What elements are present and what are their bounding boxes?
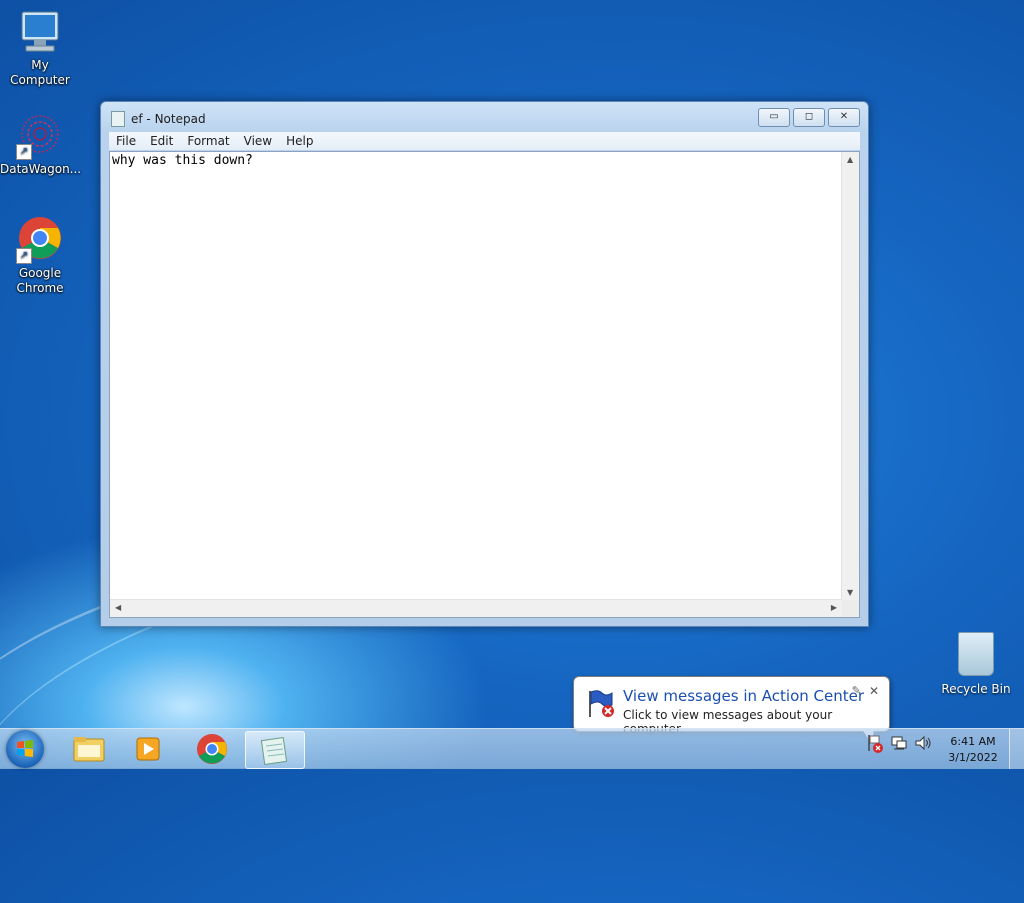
- notepad-window[interactable]: ef - Notepad ▭ ◻ ✕ File Edit Format View…: [100, 101, 869, 627]
- desktop-icon-label: DataWagon...: [0, 162, 82, 176]
- resize-grip[interactable]: [842, 600, 859, 617]
- network-icon[interactable]: [890, 731, 908, 758]
- vertical-scrollbar[interactable]: ▲ ▼: [841, 152, 859, 600]
- start-button[interactable]: [6, 730, 44, 768]
- desktop-icon-label: Google Chrome: [16, 266, 64, 295]
- text-editor[interactable]: why was this down? ▲ ▼ ◀ ▶: [109, 151, 860, 618]
- shortcut-arrow-icon: ↗: [16, 144, 32, 160]
- taskbar-google-chrome[interactable]: [183, 731, 241, 767]
- folder-icon: [73, 737, 105, 762]
- desktop-icon-my-computer[interactable]: My Computer: [0, 8, 80, 88]
- desktop-icon-recycle-bin[interactable]: Recycle Bin: [938, 632, 1014, 696]
- balloon-close-button[interactable]: ✕: [869, 684, 879, 698]
- taskbar-windows-explorer[interactable]: [60, 731, 118, 767]
- menu-bar: File Edit Format View Help: [109, 132, 860, 150]
- action-center-balloon[interactable]: View messages in Action Center Click to …: [573, 676, 890, 745]
- scroll-left-icon[interactable]: ◀: [115, 603, 121, 612]
- desktop-icon-datawagon[interactable]: ↗ DataWagon...: [0, 112, 82, 177]
- chrome-icon: ↗: [16, 216, 64, 264]
- system-clock[interactable]: 6:41 AM 3/1/2022: [940, 734, 1006, 766]
- balloon-title[interactable]: View messages in Action Center: [623, 687, 864, 705]
- action-center-flag-icon: [584, 687, 616, 719]
- media-player-icon: [136, 737, 160, 761]
- desktop-icon-label: Recycle Bin: [941, 682, 1011, 696]
- menu-edit[interactable]: Edit: [143, 132, 180, 150]
- action-center-tray-icon[interactable]: [866, 731, 884, 758]
- taskbar-windows-media-player[interactable]: [120, 731, 178, 767]
- desktop-icon-google-chrome[interactable]: ↗ Google Chrome: [0, 216, 80, 296]
- recycle-bin-icon: [958, 632, 994, 676]
- chrome-icon: [197, 734, 227, 764]
- close-button[interactable]: ✕: [828, 108, 860, 127]
- scroll-right-icon[interactable]: ▶: [831, 603, 837, 612]
- menu-format[interactable]: Format: [180, 132, 236, 150]
- volume-icon[interactable]: [914, 731, 932, 758]
- pin-icon[interactable]: ✎: [852, 684, 861, 697]
- window-title: ef - Notepad: [131, 112, 206, 126]
- menu-view[interactable]: View: [237, 132, 279, 150]
- show-desktop-button[interactable]: [1009, 729, 1024, 769]
- scroll-up-icon[interactable]: ▲: [847, 155, 853, 164]
- clock-date: 3/1/2022: [948, 751, 998, 764]
- maximize-button[interactable]: ◻: [793, 108, 825, 127]
- minimize-button[interactable]: ▭: [758, 108, 790, 127]
- title-bar[interactable]: ef - Notepad ▭ ◻ ✕: [101, 102, 868, 132]
- menu-file[interactable]: File: [109, 132, 143, 150]
- menu-help[interactable]: Help: [279, 132, 320, 150]
- taskbar: 6:41 AM 3/1/2022: [0, 728, 1024, 769]
- datawagon-icon: ↗: [16, 112, 64, 160]
- computer-icon: [16, 8, 64, 56]
- desktop-icon-label: My Computer: [10, 58, 70, 87]
- notepad-icon: [260, 737, 288, 765]
- scroll-down-icon[interactable]: ▼: [847, 588, 853, 597]
- windows-logo-icon: [17, 740, 33, 757]
- notepad-icon: [111, 111, 125, 127]
- editor-content: why was this down?: [112, 153, 253, 168]
- shortcut-arrow-icon: ↗: [16, 248, 32, 264]
- horizontal-scrollbar[interactable]: ◀ ▶: [110, 599, 842, 617]
- clock-time: 6:41 AM: [950, 735, 996, 748]
- taskbar-notepad[interactable]: [245, 731, 305, 769]
